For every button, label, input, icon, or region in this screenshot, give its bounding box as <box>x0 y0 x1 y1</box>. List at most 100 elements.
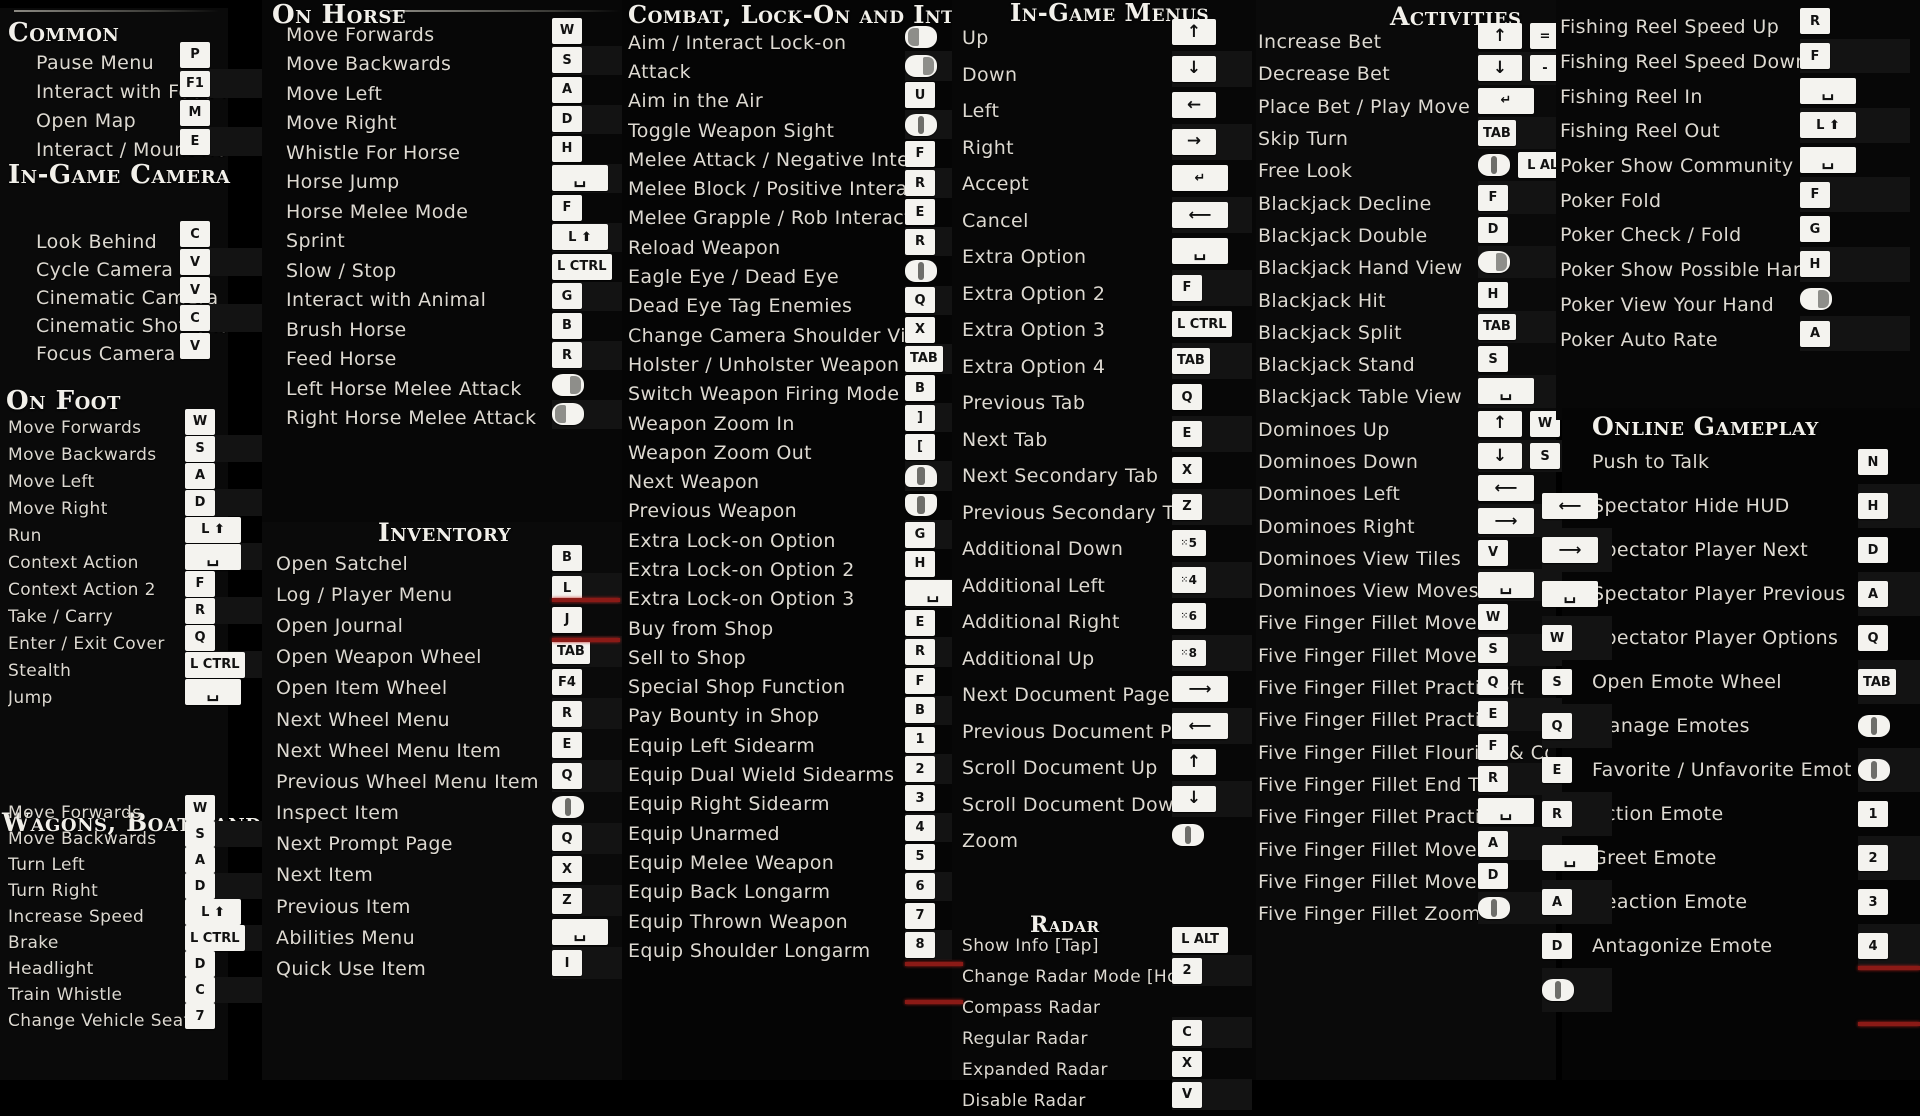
control-key-binding[interactable]: ␣ <box>1542 572 1612 616</box>
control-key-binding[interactable]: Q <box>1542 704 1612 748</box>
control-row[interactable]: Toggle Weapon Sight <box>628 116 918 145</box>
control-row[interactable]: Open Emote Wheel <box>1592 660 1892 704</box>
control-key-binding[interactable]: G <box>1800 212 1910 247</box>
control-key-binding[interactable]: X <box>1172 452 1252 489</box>
control-key-binding[interactable]: C <box>180 220 268 248</box>
control-row[interactable]: Open Satchel <box>276 548 596 579</box>
control-row[interactable]: Left Horse Melee Attack <box>286 374 596 404</box>
control-key-binding[interactable]: P <box>180 40 268 69</box>
control-key-binding[interactable]: V <box>180 276 268 304</box>
control-key-binding[interactable]: ␣ <box>1800 143 1910 178</box>
control-row[interactable]: Previous Item <box>276 891 596 922</box>
control-key-binding[interactable]: 1 <box>1858 792 1920 836</box>
control-row[interactable]: Slow / Stop <box>286 256 596 286</box>
control-key-binding[interactable]: ⁙ 6 <box>1172 598 1252 635</box>
control-key-binding[interactable]: V <box>180 248 268 276</box>
control-row[interactable]: Previous Wheel Menu Item <box>276 766 596 797</box>
control-key-binding[interactable]: ↵ <box>1172 160 1252 197</box>
control-row[interactable]: Equip Left Sidearm <box>628 731 918 760</box>
control-key-binding[interactable]: A <box>1800 316 1910 351</box>
control-key-binding[interactable]: ↑ <box>1172 14 1252 51</box>
control-row[interactable]: Reload Weapon <box>628 233 918 262</box>
control-row[interactable]: Sell to Shop <box>628 643 918 672</box>
control-key-binding[interactable]: ␣ <box>1800 73 1910 108</box>
control-key-binding[interactable]: C <box>180 304 268 332</box>
control-key-binding[interactable] <box>1858 704 1920 748</box>
control-row[interactable]: Equip Thrown Weapon <box>628 907 918 936</box>
control-row[interactable]: Next Wheel Menu <box>276 704 596 735</box>
control-key-binding[interactable]: A <box>1542 880 1612 924</box>
control-row[interactable]: Special Shop Function <box>628 673 918 702</box>
control-row[interactable]: Equip Melee Weapon <box>628 848 918 877</box>
control-key-binding[interactable]: L CTRL <box>1172 306 1252 343</box>
control-key-binding[interactable]: Q <box>1172 379 1252 416</box>
control-row[interactable]: Buy from Shop <box>628 614 918 643</box>
control-row[interactable]: Feed Horse <box>286 345 596 375</box>
control-row[interactable]: Open Weapon Wheel <box>276 642 596 673</box>
control-key-binding[interactable]: F1 <box>180 69 268 98</box>
control-row[interactable]: Spectator Player Previous <box>1592 572 1892 616</box>
control-key-binding[interactable]: F <box>1800 177 1910 213</box>
control-key-binding[interactable]: N <box>1858 440 1920 484</box>
control-key-binding[interactable]: E <box>1172 415 1252 452</box>
control-row[interactable]: Abilities Menu <box>276 922 596 953</box>
control-key-binding[interactable]: ← <box>1172 87 1252 124</box>
control-row[interactable]: Holster / Unholster Weapon [Tap] <box>628 350 918 379</box>
control-key-binding[interactable]: ␣ <box>1542 836 1612 880</box>
control-key-binding[interactable]: TAB <box>1858 660 1920 704</box>
control-row[interactable]: Interact with Animal <box>286 286 596 316</box>
control-row[interactable]: Favorite / Unfavorite Emot <box>1592 748 1892 792</box>
control-row[interactable]: Move Forwards <box>286 20 596 50</box>
control-row[interactable]: Log / Player Menu <box>276 579 596 610</box>
control-key-binding[interactable]: F <box>1172 269 1252 306</box>
control-row[interactable]: Equip Dual Wield Sidearms <box>628 760 918 789</box>
control-key-binding[interactable]: V <box>180 332 268 360</box>
control-row[interactable]: Open Item Wheel <box>276 673 596 704</box>
control-row[interactable]: Weapon Zoom Out <box>628 438 918 467</box>
control-row[interactable]: Equip Shoulder Longarm <box>628 936 918 965</box>
control-key-binding[interactable]: ⟶ <box>1542 528 1612 572</box>
control-row[interactable]: Horse Jump <box>286 168 596 198</box>
control-key-binding[interactable]: ⁙ 8 <box>1172 634 1252 671</box>
control-row[interactable]: Whistle For Horse <box>286 138 596 168</box>
control-key-binding[interactable]: A <box>1858 572 1920 616</box>
control-row[interactable]: Push to Talk <box>1592 440 1892 484</box>
control-key-binding[interactable] <box>1172 817 1252 854</box>
control-row[interactable]: Extra Lock-on Option 3 <box>628 585 918 614</box>
control-key-binding[interactable]: L ⬆ <box>1800 108 1910 143</box>
control-key-binding[interactable]: W <box>1542 616 1612 660</box>
control-key-binding[interactable]: ⟵ <box>1172 707 1252 744</box>
control-row[interactable]: Next Wheel Menu Item <box>276 735 596 766</box>
control-key-binding[interactable]: 4 <box>1858 924 1920 968</box>
control-row[interactable]: Reaction Emote <box>1592 880 1892 924</box>
control-row[interactable]: Next Item <box>276 860 596 891</box>
control-row[interactable]: Manage Emotes <box>1592 704 1892 748</box>
control-row[interactable]: Horse Melee Mode <box>286 197 596 227</box>
control-row[interactable]: Next Prompt Page <box>276 829 596 860</box>
control-row[interactable]: Move Left <box>286 79 596 109</box>
control-key-binding[interactable]: 2 <box>1172 955 1252 986</box>
control-key-binding[interactable]: F <box>1800 38 1910 74</box>
control-key-binding[interactable]: ␣ <box>1172 233 1252 270</box>
control-row[interactable]: Equip Unarmed <box>628 819 918 848</box>
control-key-binding[interactable]: Q <box>1858 616 1920 660</box>
control-key-binding[interactable] <box>1858 748 1920 792</box>
control-key-binding[interactable]: E <box>180 127 268 156</box>
control-row[interactable]: Spectator Player Next <box>1592 528 1892 572</box>
control-key-binding[interactable]: V <box>1172 1079 1252 1110</box>
control-key-binding[interactable] <box>1542 968 1612 1012</box>
control-row[interactable]: Aim in the Air <box>628 87 918 116</box>
control-row[interactable]: Open Journal <box>276 610 596 641</box>
control-key-binding[interactable]: H <box>1858 484 1920 528</box>
control-row[interactable]: Spectator Player Options <box>1592 616 1892 660</box>
control-row[interactable]: Move Right <box>286 109 596 139</box>
control-key-binding[interactable]: → <box>1172 123 1252 160</box>
control-key-binding[interactable]: H <box>1800 246 1910 282</box>
control-key-binding[interactable]: ⟶ <box>1172 671 1252 708</box>
control-row[interactable]: Extra Lock-on Option 2 <box>628 555 918 584</box>
control-row[interactable]: Spectator Hide HUD <box>1592 484 1892 528</box>
control-key-binding[interactable]: 2 <box>1858 836 1920 880</box>
control-key-binding[interactable]: S <box>1542 660 1612 704</box>
control-key-binding[interactable]: ⟵ <box>1542 484 1612 528</box>
control-key-binding[interactable]: D <box>1858 528 1920 572</box>
